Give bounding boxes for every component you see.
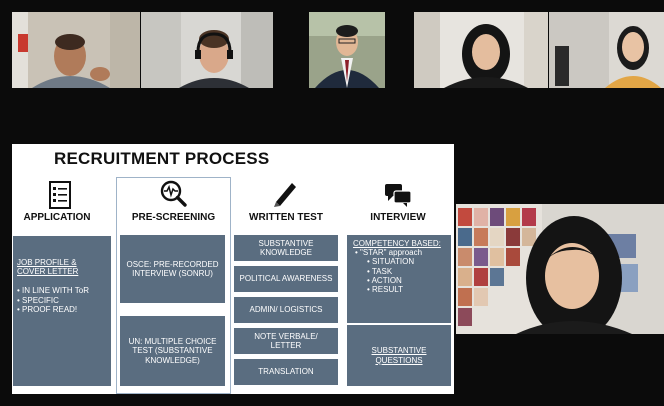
column-heading-application: APPLICATION: [23, 212, 91, 223]
list-item: • PROOF READ!: [17, 304, 78, 314]
list-item: • TASK: [367, 266, 393, 276]
list-item: • IN LINE WITH ToR: [17, 286, 90, 296]
participant-video-3[interactable]: [309, 12, 385, 88]
application-box: JOB PROFILE & COVER LETTER • IN LINE WIT…: [13, 236, 111, 386]
column-heading-interview: INTERVIEW: [370, 212, 426, 223]
shared-slide: RECRUITMENT PROCESS APPLICATION JOB PROF…: [12, 144, 454, 394]
column-heading-written-test: WRITTEN TEST: [249, 212, 323, 223]
star-approach: • "STAR" approach: [355, 248, 423, 258]
written-test-box-4: NOTE VERBALE/ LETTER: [234, 328, 338, 354]
magnifier-pulse-icon: [158, 178, 188, 208]
active-speaker-video[interactable]: [456, 204, 664, 334]
column-heading-pre-screening: PRE-SCREENING: [131, 212, 216, 223]
application-box-title: JOB PROFILE & COVER LETTER: [17, 258, 79, 277]
participant-video-1[interactable]: [12, 12, 140, 88]
participant-video-4[interactable]: [414, 12, 548, 88]
speech-bubbles-icon: [383, 180, 413, 210]
competency-title: COMPETENCY BASED:: [353, 239, 441, 248]
participant-video-5[interactable]: [549, 12, 664, 88]
slide-title: RECRUITMENT PROCESS: [54, 149, 270, 168]
list-item: • SPECIFIC: [17, 295, 59, 305]
written-test-box-3: ADMIN/ LOGISTICS: [234, 297, 338, 323]
pre-screening-box-1: OSCE: PRE-RECORDED INTERVIEW (SONRU): [120, 235, 225, 303]
interview-competency-box: COMPETENCY BASED: • "STAR" approach • SI…: [347, 235, 451, 323]
written-test-box-2: POLITICAL AWARENESS: [234, 266, 338, 292]
written-test-box-5: TRANSLATION: [234, 359, 338, 385]
checklist-icon: [45, 180, 75, 210]
written-test-box-1: SUBSTANTIVE KNOWLEDGE: [234, 235, 338, 261]
pencil-icon: [270, 178, 300, 208]
list-item: • RESULT: [367, 284, 403, 294]
interview-substantive-box: SUBSTANTIVE QUESTIONS: [347, 325, 451, 386]
participant-video-2[interactable]: [141, 12, 273, 88]
list-item: • SITUATION: [367, 257, 415, 267]
list-item: • ACTION: [367, 275, 402, 285]
pre-screening-box-2: UN: MULTIPLE CHOICE TEST (SUBSTANTIVE KN…: [120, 316, 225, 386]
